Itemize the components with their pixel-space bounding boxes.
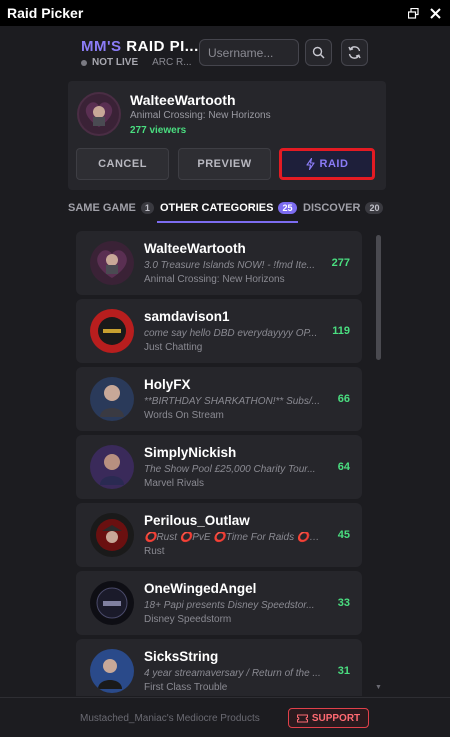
viewer-count: 64 bbox=[337, 461, 350, 473]
tab-label: DISCOVER bbox=[303, 202, 361, 214]
active-tab-indicator bbox=[157, 221, 298, 223]
stream-name: HolyFX bbox=[144, 377, 191, 392]
lightning-icon bbox=[305, 158, 315, 170]
stream-name: SimplyNickish bbox=[144, 445, 237, 460]
avatar bbox=[90, 649, 134, 693]
preview-button[interactable]: PREVIEW bbox=[178, 148, 271, 180]
cancel-button[interactable]: CANCEL bbox=[76, 148, 169, 180]
support-label: SUPPORT bbox=[311, 712, 361, 724]
avatar bbox=[90, 445, 134, 489]
avatar bbox=[90, 581, 134, 625]
scrollbar-thumb[interactable] bbox=[376, 235, 381, 360]
current-category: ARC R... bbox=[152, 57, 192, 68]
app-brand: MM'S RAID PI... bbox=[81, 38, 199, 55]
selected-stream-game: Animal Crossing: New Horizons bbox=[130, 110, 271, 121]
list-item[interactable]: HolyFX **BIRTHDAY SHARKATHON!** Subs/...… bbox=[76, 367, 362, 431]
avatar bbox=[90, 513, 134, 557]
search-icon bbox=[312, 46, 325, 59]
credit-text: Mustached_Maniac's Mediocre Products bbox=[80, 713, 260, 724]
stream-name: samdavison1 bbox=[144, 309, 230, 324]
stream-game: Animal Crossing: New Horizons bbox=[144, 274, 285, 285]
viewer-count: 45 bbox=[337, 529, 350, 541]
brand-suffix: RAID PI... bbox=[126, 38, 199, 55]
stream-title: 4 year streamaversary / Return of the ..… bbox=[144, 668, 321, 679]
stream-title: The Show Pool £25,000 Charity Tour... bbox=[144, 464, 316, 475]
stream-title: ⭕Rust ⭕PvE ⭕Time For Raids ⭕Ha... bbox=[144, 532, 324, 543]
viewer-count: 31 bbox=[337, 665, 350, 677]
refresh-button[interactable] bbox=[341, 39, 368, 66]
selected-stream-viewers: 277 viewers bbox=[130, 125, 187, 136]
brand-prefix: MM'S bbox=[81, 38, 122, 55]
tab-discover[interactable]: DISCOVER 20 bbox=[303, 199, 384, 217]
raid-button[interactable]: RAID bbox=[279, 148, 375, 180]
list-item[interactable]: SicksString 4 year streamaversary / Retu… bbox=[76, 639, 362, 696]
header: MM'S RAID PI... NOT LIVE ARC R... Userna… bbox=[0, 26, 450, 80]
stream-game: Disney Speedstorm bbox=[144, 614, 232, 625]
viewer-count: 277 bbox=[331, 257, 350, 269]
search-button[interactable] bbox=[305, 39, 332, 66]
selected-stream-card: WalteeWartooth Animal Crossing: New Hori… bbox=[68, 81, 386, 190]
list-item[interactable]: samdavison1 come say hello DBD everydayy… bbox=[76, 299, 362, 363]
username-search-input[interactable]: Username... bbox=[199, 39, 299, 66]
stream-game: Words On Stream bbox=[144, 410, 224, 421]
tab-count-badge: 20 bbox=[365, 202, 384, 214]
stream-title: 3.0 Treasure Islands NOW! - !fmd Ite... bbox=[144, 260, 315, 271]
support-button[interactable]: SUPPORT bbox=[288, 708, 369, 728]
stream-name: OneWingedAngel bbox=[144, 581, 257, 596]
footer: Mustached_Maniac's Mediocre Products SUP… bbox=[0, 697, 450, 737]
avatar bbox=[90, 377, 134, 421]
avatar bbox=[90, 241, 134, 285]
stream-game: Rust bbox=[144, 546, 165, 557]
viewer-count: 66 bbox=[337, 393, 350, 405]
stream-list[interactable]: WalteeWartooth 3.0 Treasure Islands NOW!… bbox=[76, 231, 364, 696]
viewer-count: 119 bbox=[332, 325, 350, 337]
title-bar: Raid Picker bbox=[0, 0, 450, 26]
stream-title: **BIRTHDAY SHARKATHON!** Subs/... bbox=[144, 396, 320, 407]
category-tabs: SAME GAME 1 OTHER CATEGORIES 25 DISCOVER… bbox=[68, 199, 386, 225]
list-item[interactable]: SimplyNickish The Show Pool £25,000 Char… bbox=[76, 435, 362, 499]
list-item[interactable]: Perilous_Outlaw ⭕Rust ⭕PvE ⭕Time For Rai… bbox=[76, 503, 362, 567]
stream-game: Just Chatting bbox=[144, 342, 203, 353]
scroll-down-arrow[interactable]: ▼ bbox=[375, 684, 382, 691]
viewer-count: 33 bbox=[337, 597, 350, 609]
close-icon[interactable] bbox=[428, 6, 442, 20]
raid-button-label: RAID bbox=[319, 158, 349, 170]
tab-count-badge: 25 bbox=[278, 202, 297, 214]
status-text: NOT LIVE bbox=[92, 57, 139, 68]
window-title: Raid Picker bbox=[7, 5, 84, 21]
refresh-icon bbox=[348, 46, 361, 59]
stream-title: come say hello DBD everydayyyy OP... bbox=[144, 328, 318, 339]
selected-stream-name: WalteeWartooth bbox=[130, 92, 236, 108]
stream-game: Marvel Rivals bbox=[144, 478, 205, 489]
avatar bbox=[77, 92, 121, 136]
tab-other-categories[interactable]: OTHER CATEGORIES 25 bbox=[160, 199, 297, 217]
status-dot bbox=[81, 59, 87, 66]
list-item[interactable]: OneWingedAngel 18+ Papi presents Disney … bbox=[76, 571, 362, 635]
tab-label: OTHER CATEGORIES bbox=[160, 202, 274, 214]
stream-title: 18+ Papi presents Disney Speedstor... bbox=[144, 600, 315, 611]
list-item[interactable]: WalteeWartooth 3.0 Treasure Islands NOW!… bbox=[76, 231, 362, 295]
restore-window-icon[interactable] bbox=[406, 6, 420, 20]
stream-name: SicksString bbox=[144, 649, 219, 664]
tab-label: SAME GAME bbox=[68, 202, 136, 214]
avatar bbox=[90, 309, 134, 353]
ticket-icon bbox=[296, 714, 308, 722]
tab-same-game[interactable]: SAME GAME 1 bbox=[68, 199, 154, 217]
stream-game: First Class Trouble bbox=[144, 682, 228, 693]
tab-count-badge: 1 bbox=[140, 202, 154, 214]
live-status: NOT LIVE ARC R... bbox=[81, 57, 192, 68]
stream-name: Perilous_Outlaw bbox=[144, 513, 250, 528]
stream-name: WalteeWartooth bbox=[144, 241, 246, 256]
